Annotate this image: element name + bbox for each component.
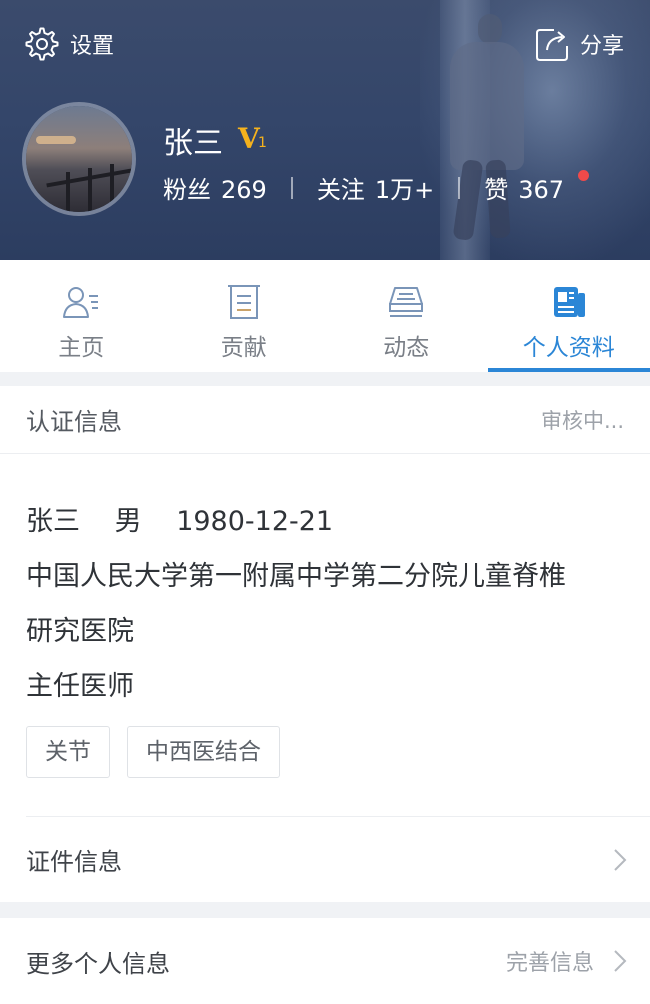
settings-button[interactable]: 设置 xyxy=(24,26,114,62)
stats-divider xyxy=(458,176,461,199)
person-name: 张三 xyxy=(26,506,80,537)
institution-line-1: 中国人民大学第一附属中学第二分院儿童脊椎 xyxy=(26,561,566,592)
more-info-row[interactable]: 更多个人信息 完善信息 xyxy=(0,918,650,1004)
share-icon xyxy=(535,29,568,61)
tab-profile-label: 个人资料 xyxy=(522,335,615,361)
avatar-image-post xyxy=(88,168,92,212)
avatar-image-light xyxy=(36,136,76,144)
certification-header: 认证信息 审核中... xyxy=(0,386,650,454)
tab-profile[interactable]: 个人资料 xyxy=(487,260,650,372)
notification-dot xyxy=(578,170,589,181)
settings-label: 设置 xyxy=(70,34,115,59)
gear-icon xyxy=(25,27,59,61)
institution-line-2: 研究医院 xyxy=(26,616,134,647)
likes-stat[interactable]: 赞 367 xyxy=(484,170,564,205)
tab-home-label: 主页 xyxy=(58,335,105,361)
specialty-tags: 关节 中西医结合 xyxy=(0,714,650,778)
tab-activity[interactable]: 动态 xyxy=(325,260,488,372)
vip-level: 1 xyxy=(258,135,267,151)
stats-divider xyxy=(290,176,293,199)
fans-label: 粉丝 xyxy=(163,176,211,204)
fans-value: 269 xyxy=(221,176,267,204)
share-label: 分享 xyxy=(579,34,624,59)
stack-icon xyxy=(389,287,424,317)
user-name: 张三 xyxy=(163,126,223,161)
specialty-tag: 中西医结合 xyxy=(127,726,280,778)
basic-info-line: 张三 男 1980-12-21 xyxy=(26,494,624,549)
profile-tabs: 主页 贡献 动态 个人资料 xyxy=(0,260,650,372)
vip-badge: V xyxy=(238,122,260,155)
certificate-label: 证件信息 xyxy=(26,848,122,876)
chevron-right-icon xyxy=(614,950,627,972)
follow-value: 1万+ xyxy=(374,176,435,204)
certification-section: 认证信息 审核中... 张三 男 1980-12-21 中国人民大学第一附属中学… xyxy=(0,386,650,902)
more-info-label: 更多个人信息 xyxy=(26,949,170,978)
share-button[interactable]: 分享 xyxy=(534,26,624,62)
chevron-right-icon xyxy=(614,848,627,871)
certification-title: 认证信息 xyxy=(26,408,122,436)
avatar[interactable] xyxy=(22,102,136,216)
avatar-image-post xyxy=(110,164,114,212)
follow-label: 关注 xyxy=(316,176,365,204)
fans-stat[interactable]: 粉丝 269 xyxy=(163,170,267,205)
more-info-action[interactable]: 完善信息 xyxy=(506,945,628,977)
profile-doc-icon xyxy=(553,287,585,317)
person-birthdate: 1980-12-21 xyxy=(176,506,334,537)
likes-label: 赞 xyxy=(484,176,509,204)
user-card-icon xyxy=(63,287,99,318)
specialty-tag: 关节 xyxy=(26,726,110,778)
user-stats: 粉丝 269 关注 1万+ 赞 367 xyxy=(163,170,564,205)
tab-contribution[interactable]: 贡献 xyxy=(163,260,326,372)
person-gender: 男 xyxy=(114,506,142,537)
position: 主任医师 xyxy=(26,671,134,702)
background-figure-head xyxy=(478,14,502,44)
follow-stat[interactable]: 关注 1万+ xyxy=(317,170,434,205)
certificate-info-row[interactable]: 证件信息 xyxy=(26,816,650,902)
profile-header: 设置 分享 张三 V 1 粉丝 269 关注 1万+ 赞 367 xyxy=(0,0,650,260)
background-figure-body xyxy=(450,42,524,170)
complete-info-label: 完善信息 xyxy=(505,951,594,976)
avatar-image xyxy=(26,106,132,212)
certification-status: 审核中... xyxy=(540,408,624,433)
certification-details: 张三 男 1980-12-21 中国人民大学第一附属中学第二分院儿童脊椎 研究医… xyxy=(0,454,650,714)
tab-activity-label: 动态 xyxy=(383,335,430,361)
tab-home[interactable]: 主页 xyxy=(0,260,163,372)
avatar-image-post xyxy=(66,172,70,212)
document-icon xyxy=(227,285,260,319)
profile-page: 设置 分享 张三 V 1 粉丝 269 关注 1万+ 赞 367 主页 贡献 动… xyxy=(0,0,650,1004)
tab-contribution-label: 贡献 xyxy=(220,335,267,361)
likes-value: 367 xyxy=(518,176,565,204)
